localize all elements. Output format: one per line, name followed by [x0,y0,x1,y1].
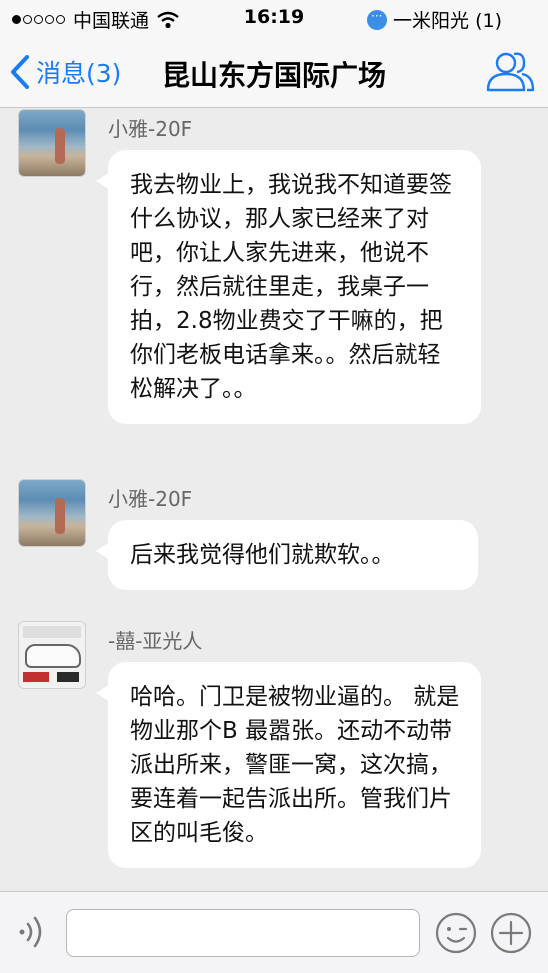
status-bar: 中国联通 16:19 一米阳光 (1) [0,0,548,36]
message-input[interactable] [66,909,420,957]
back-button[interactable]: 消息(3) [8,50,121,94]
sender-name: 小雅-20F [108,117,193,141]
avatar[interactable] [18,479,86,547]
sender-name: -囍-亚光人 [108,629,203,653]
notification-label: 一米阳光 (1) [393,10,502,32]
message-bubble[interactable]: 我去物业上，我说我不知道要签什么协议，那人家已经来了对吧，你让人家先进来，他说不… [96,150,481,424]
group-contacts-icon[interactable] [484,46,536,98]
page-title: 昆山东方国际广场 [161,59,386,92]
input-bar [0,891,548,973]
status-right: 一米阳光 (1) [367,6,502,33]
sender-name: 小雅-20F [108,487,193,511]
back-label: 消息(3) [36,59,122,88]
plus-icon[interactable] [489,911,533,955]
emoji-icon[interactable] [434,911,478,955]
chat-bubble-icon [367,9,388,30]
chevron-left-icon [11,55,29,89]
nav-bar: 消息(3) 昆山东方国际广场 [0,36,548,108]
voice-icon[interactable] [14,912,52,952]
message-bubble[interactable]: 哈哈。门卫是被物业逼的。 就是物业那个B 最嚣张。还动不动带派出所来，警匪一窝，… [96,662,481,868]
avatar[interactable] [18,109,86,177]
avatar[interactable] [18,621,86,689]
message-bubble[interactable]: 后来我觉得他们就欺软。。 [96,520,478,590]
chat-area[interactable]: 小雅-20F 我去物业上，我说我不知道要签什么协议，那人家已经来了对吧，你让人家… [0,109,548,891]
